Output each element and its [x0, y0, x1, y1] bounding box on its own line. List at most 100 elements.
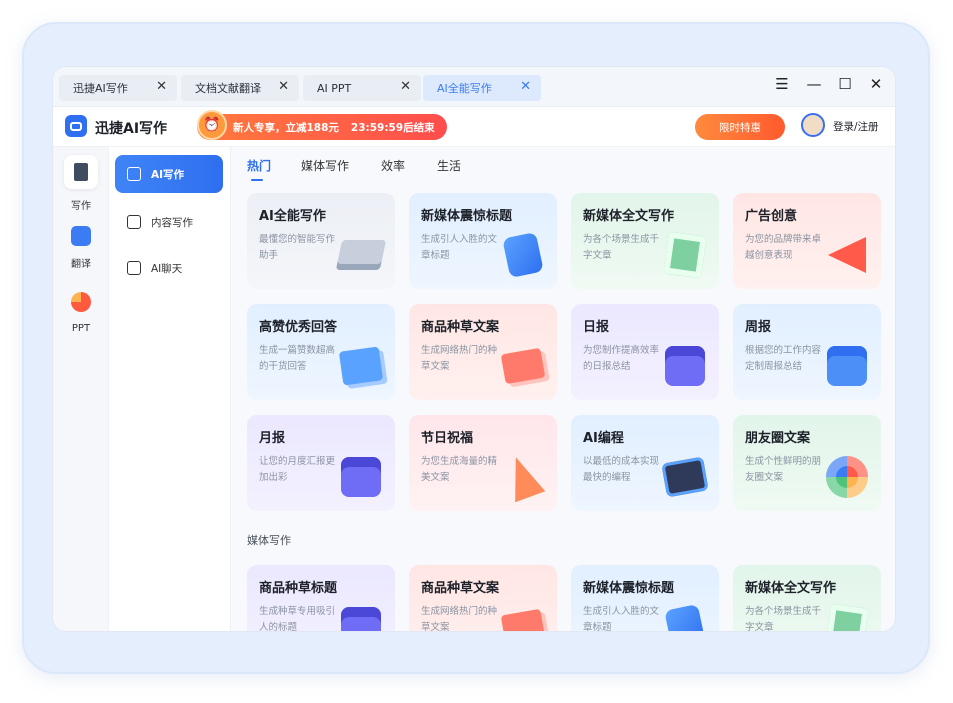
- card-product-title[interactable]: 商品种草标题 生成种草专用吸引人的标题: [247, 565, 395, 632]
- card-title: 节日祝福: [421, 431, 474, 446]
- card-media-headline[interactable]: 新媒体震惊标题 生成引人入胜的文章标题: [409, 193, 557, 289]
- card-desc: 生成种草专用吸引人的标题: [259, 606, 336, 632]
- rail-item-translate[interactable]: 翻译: [53, 219, 109, 270]
- party-popper-icon: [497, 451, 549, 503]
- close-window-icon[interactable]: ✕: [865, 75, 887, 93]
- app-title: 迅捷AI写作: [95, 121, 168, 137]
- translate-icon: [71, 226, 91, 246]
- card-title: 新媒体震惊标题: [583, 581, 675, 596]
- app-window: 迅捷AI写作 ✕ 文档文献翻译 ✕ AI PPT ✕ AI全能写作 ✕ ☰ — …: [52, 66, 896, 632]
- deal-label: 限时特惠: [719, 121, 761, 134]
- promo-banner[interactable]: 新人专享，立减188元 23:59:59后结束: [197, 114, 447, 140]
- card-product-copy[interactable]: 商品种草文案 生成网络热门的种草文案: [409, 304, 557, 400]
- nav-item-content-writing[interactable]: 内容写作: [115, 203, 223, 241]
- nav-item-ai-writing[interactable]: AI写作: [115, 155, 223, 193]
- card-top-answer[interactable]: 高赞优秀回答 生成一篇赞数超高的干货回答: [247, 304, 395, 400]
- close-icon[interactable]: ✕: [520, 79, 531, 94]
- card-monthly-report[interactable]: 月报 让您的月度汇报更加出彩: [247, 415, 395, 511]
- card-ai-all-writing[interactable]: AI全能写作 最懂您的智能写作助手: [247, 193, 395, 289]
- tab-ai-all-writing[interactable]: AI全能写作 ✕: [423, 75, 541, 101]
- tab-hot[interactable]: 热门: [247, 157, 271, 181]
- nav-label: AI写作: [151, 168, 185, 181]
- rail-label: 写作: [71, 201, 91, 212]
- pie-chart-icon: [71, 292, 91, 312]
- limited-deal-button[interactable]: 限时特惠: [695, 114, 785, 140]
- tab-label: 文档文献翻译: [195, 82, 261, 95]
- card-desc: 生成引人入胜的文章标题: [583, 606, 660, 632]
- card-desc: 让您的月度汇报更加出彩: [259, 456, 336, 483]
- heart-document-icon: [497, 601, 549, 631]
- card-title: AI编程: [583, 431, 624, 446]
- rail-label: PPT: [71, 323, 91, 334]
- nav-label: AI聊天: [151, 262, 183, 275]
- rail-label: 翻译: [71, 259, 91, 270]
- section-title: 媒体写作: [247, 534, 291, 547]
- content-icon: [127, 215, 141, 229]
- card-weekly-report[interactable]: 周报 根据您的工作内容定制周报总结: [733, 304, 881, 400]
- card-desc: 为各个场景生成千字文章: [583, 234, 660, 261]
- card-title: 商品种草标题: [259, 581, 338, 596]
- nav-item-ai-chat[interactable]: AI聊天: [115, 249, 223, 287]
- card-desc: 以最低的成本实现最快的编程: [583, 456, 660, 483]
- document-icon: [74, 163, 88, 181]
- avatar[interactable]: [801, 113, 825, 137]
- card-title: 月报: [259, 431, 286, 446]
- card-ai-coding[interactable]: AI编程 以最低的成本实现最快的编程: [571, 415, 719, 511]
- close-icon[interactable]: ✕: [400, 79, 411, 94]
- menu-icon[interactable]: ☰: [771, 75, 793, 93]
- card-title: 商品种草文案: [421, 320, 500, 335]
- tab-life[interactable]: 生活: [437, 157, 461, 174]
- promo-timer: 23:59:59后结束: [350, 121, 435, 134]
- tab-efficiency[interactable]: 效率: [381, 157, 405, 174]
- rail-item-writing[interactable]: 写作: [53, 155, 109, 212]
- maximize-icon[interactable]: ☐: [834, 75, 856, 93]
- card-holiday-greeting[interactable]: 节日祝福 为您生成海量的精美文案: [409, 415, 557, 511]
- tab-label: AI全能写作: [437, 82, 492, 95]
- tab-doc-translation[interactable]: 文档文献翻译 ✕: [181, 75, 299, 101]
- card-desc: 为您生成海量的精美文案: [421, 456, 498, 483]
- tab-xunjie-ai-writing[interactable]: 迅捷AI写作 ✕: [59, 75, 177, 101]
- card-daily-report[interactable]: 日报 为您制作提高效率的日报总结: [571, 304, 719, 400]
- rail-item-ppt[interactable]: PPT: [53, 285, 109, 334]
- tab-label: 迅捷AI写作: [73, 82, 128, 95]
- card-desc: 生成网络热门的种草文案: [421, 345, 498, 372]
- shopping-bag-icon: [335, 601, 387, 631]
- code-terminal-icon: [659, 451, 711, 503]
- phone-icon: [497, 229, 549, 281]
- card-ad-creative[interactable]: 广告创意 为您的品牌带来卓越创意表现: [733, 193, 881, 289]
- thumbs-up-document-icon: [335, 340, 387, 392]
- card-product-copy-2[interactable]: 商品种草文案 生成网络热门的种草文案: [409, 565, 557, 631]
- notepad-icon: [821, 601, 873, 631]
- close-icon[interactable]: ✕: [278, 79, 289, 94]
- card-desc: 为您的品牌带来卓越创意表现: [745, 234, 822, 261]
- card-title: 周报: [745, 320, 772, 335]
- card-title: 日报: [583, 320, 610, 335]
- phone-icon: [659, 601, 711, 631]
- tab-media-writing[interactable]: 媒体写作: [301, 157, 349, 174]
- login-link[interactable]: 登录/注册: [833, 119, 879, 134]
- minimize-icon[interactable]: —: [803, 75, 825, 93]
- card-title: 新媒体震惊标题: [421, 209, 513, 224]
- promo-text: 新人专享，立减188元: [233, 121, 339, 134]
- card-title: 新媒体全文写作: [745, 581, 837, 596]
- alarm-clock-icon: ⏰: [197, 110, 227, 140]
- book-pen-icon: [335, 229, 387, 281]
- card-desc: 为各个场景生成千字文章: [745, 606, 822, 632]
- card-media-article[interactable]: 新媒体全文写作 为各个场景生成千字文章: [571, 193, 719, 289]
- card-title: 商品种草文案: [421, 581, 500, 596]
- card-title: 广告创意: [745, 209, 798, 224]
- card-desc: 生成个性鲜明的朋友圈文案: [745, 456, 822, 483]
- card-media-article-2[interactable]: 新媒体全文写作 为各个场景生成千字文章: [733, 565, 881, 632]
- card-media-headline-2[interactable]: 新媒体震惊标题 生成引人入胜的文章标题: [571, 565, 719, 632]
- card-moments-copy[interactable]: 朋友圈文案 生成个性鲜明的朋友圈文案: [733, 415, 881, 511]
- card-title: AI全能写作: [259, 209, 326, 224]
- calendar-icon: [821, 340, 873, 392]
- card-title: 朋友圈文案: [745, 431, 811, 446]
- card-title: 高赞优秀回答: [259, 320, 338, 335]
- tab-ai-ppt[interactable]: AI PPT ✕: [303, 75, 421, 101]
- writing-icon: [127, 167, 141, 181]
- megaphone-icon: [821, 229, 873, 281]
- app-logo-icon: [65, 115, 87, 137]
- close-icon[interactable]: ✕: [156, 79, 167, 94]
- main-content: 热门 媒体写作 效率 生活 AI全能写作 最懂您的智能写作助手 新媒体震惊标题 …: [231, 147, 895, 632]
